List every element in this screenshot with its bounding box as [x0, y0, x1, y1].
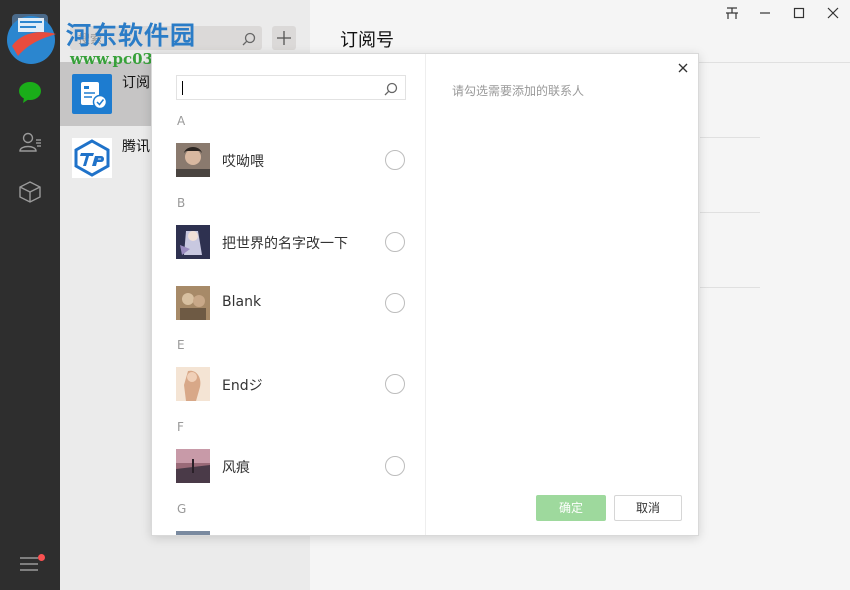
- contact-item[interactable]: 风痕: [152, 438, 425, 494]
- divider: [700, 137, 760, 138]
- contact-checkbox[interactable]: [385, 456, 405, 476]
- favorites-box-icon[interactable]: [18, 180, 42, 204]
- watermark-logo-icon: [4, 12, 62, 68]
- contact-checkbox[interactable]: [385, 232, 405, 252]
- add-button[interactable]: [272, 26, 296, 50]
- contact-item[interactable]: Blank: [152, 275, 425, 331]
- contacts-icon[interactable]: [18, 130, 42, 154]
- contact-avatar: [176, 225, 210, 259]
- chat-bubble-icon[interactable]: [18, 80, 42, 104]
- contact-item[interactable]: 把世界的名字改一下: [152, 214, 425, 270]
- close-icon[interactable]: [676, 60, 690, 74]
- contact-name: 把世界的名字改一下: [222, 236, 348, 252]
- group-letter: F: [177, 420, 184, 434]
- session-name: 订阅: [122, 75, 150, 91]
- contact-avatar: [176, 531, 210, 535]
- group-letter: A: [177, 114, 186, 128]
- watermark-title: 河东软件园: [66, 21, 197, 50]
- left-nav: [0, 0, 60, 590]
- contact-avatar: [176, 143, 210, 177]
- contact-name: Endジ: [222, 378, 263, 394]
- page-title: 订阅号: [340, 30, 394, 51]
- contact-item[interactable]: Endジ: [152, 356, 425, 412]
- divider: [700, 212, 760, 213]
- contact-avatar: [176, 367, 210, 401]
- contact-checkbox[interactable]: [385, 293, 405, 313]
- add-contacts-dialog: A 哎呦喂 B 把世界的名字改一下 Blank E Endジ F 风痕 G 请勾…: [151, 53, 699, 536]
- contact-checkbox[interactable]: [385, 374, 405, 394]
- contact-name: 哎呦喂: [222, 154, 264, 170]
- maximize-icon[interactable]: [789, 6, 809, 22]
- group-letter: B: [177, 196, 186, 210]
- contact-name: Blank: [222, 294, 262, 310]
- contact-avatar: [176, 286, 210, 320]
- group-letter: G: [177, 502, 187, 516]
- menu-icon[interactable]: [20, 556, 40, 572]
- contact-avatar: [176, 449, 210, 483]
- contact-name: 风痕: [222, 460, 250, 476]
- tp-logo-icon: [72, 138, 112, 178]
- contact-list-pane: A 哎呦喂 B 把世界的名字改一下 Blank E Endジ F 风痕 G: [152, 54, 426, 535]
- cancel-button[interactable]: 取消: [614, 495, 682, 521]
- group-letter: E: [177, 338, 185, 352]
- search-icon: [384, 81, 398, 96]
- subscription-icon: [72, 74, 112, 114]
- contact-item[interactable]: [152, 520, 425, 535]
- contact-item[interactable]: 哎呦喂: [152, 132, 425, 188]
- selection-hint: 请勾选需要添加的联系人: [452, 84, 585, 98]
- search-icon: [242, 31, 256, 46]
- minimize-icon[interactable]: [755, 6, 775, 22]
- close-icon[interactable]: [823, 6, 843, 22]
- text-caret: [182, 81, 183, 95]
- divider: [700, 287, 760, 288]
- contact-checkbox[interactable]: [385, 150, 405, 170]
- confirm-button[interactable]: 确定: [536, 495, 606, 521]
- notification-dot: [38, 554, 45, 561]
- pin-icon[interactable]: [722, 6, 742, 22]
- dialog-search-input[interactable]: [176, 75, 406, 100]
- session-name: 腾讯: [122, 139, 150, 155]
